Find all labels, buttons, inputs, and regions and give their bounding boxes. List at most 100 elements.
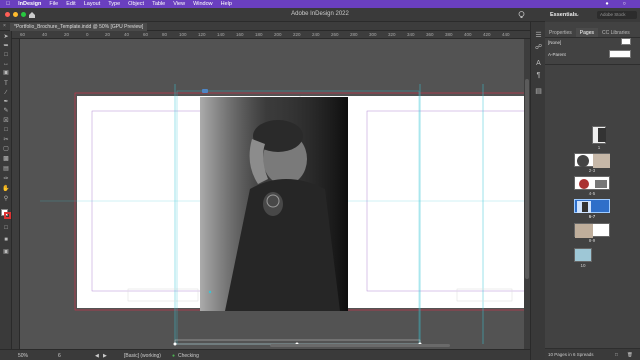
character-icon[interactable]: A [535, 60, 542, 67]
pencil-tool-icon[interactable]: ✎ [2, 108, 10, 114]
document-tab-bar: × *Portfolio_Brochure_Template.indd @ 50… [0, 22, 530, 31]
page-tool-icon[interactable]: □ [2, 52, 10, 58]
pages-count: 10 Pages in 6 Spreads [548, 352, 594, 357]
scissors-tool-icon[interactable]: ✂ [2, 137, 10, 143]
zoom-tool-icon[interactable]: ⚲ [2, 196, 10, 202]
content-collector-icon[interactable]: ▣ [2, 70, 10, 76]
screen-mode-icon[interactable]: ▣ [2, 249, 10, 255]
apple-icon[interactable]:  [6, 1, 10, 7]
preflight-status[interactable]: Checking [178, 353, 199, 359]
pen-tool-icon[interactable]: ✒ [2, 99, 10, 105]
layers-icon[interactable]: ☰ [535, 32, 542, 39]
ruler-label: 120 [198, 32, 206, 37]
hand-tool-icon[interactable]: ✋ [2, 186, 10, 192]
mac-menubar:  InDesign File Edit Layout Type Object … [0, 0, 640, 8]
horizontal-scrollbar[interactable] [270, 344, 450, 347]
type-tool-icon[interactable]: T [2, 81, 10, 87]
menu-help[interactable]: Help [221, 1, 232, 7]
gradient-tool-icon[interactable]: ▩ [2, 156, 10, 162]
pages-panel-footer: 10 Pages in 6 Spreads □ 🗑 [545, 348, 640, 360]
app-menu[interactable]: InDesign [18, 1, 41, 7]
style-dropdown[interactable]: [Basic] (working) [124, 353, 161, 359]
eyedropper-tool-icon[interactable]: ✑ [2, 176, 10, 182]
menu-window[interactable]: Window [193, 1, 213, 7]
menu-table[interactable]: Table [152, 1, 165, 7]
trash-icon[interactable]: 🗑 [627, 352, 633, 358]
spread-artwork [40, 84, 525, 346]
zoom-level[interactable]: 50% [18, 353, 28, 359]
paragraph-icon[interactable]: ¶ [535, 72, 542, 79]
ruler-label: 240 [312, 32, 320, 37]
page-thumbnail[interactable] [592, 126, 606, 144]
tab-pages[interactable]: Pages [575, 28, 598, 37]
free-transform-tool-icon[interactable]: ▢ [2, 146, 10, 152]
ruler-label: 380 [445, 32, 453, 37]
line-tool-icon[interactable]: ∕ [2, 90, 10, 96]
ruler-label: 280 [350, 32, 358, 37]
ruler-label: 420 [483, 32, 491, 37]
menu-object[interactable]: Object [128, 1, 144, 7]
menu-edit[interactable]: Edit [66, 1, 75, 7]
page-label: 6-7 [588, 214, 596, 219]
spread-thumbnail-selected[interactable] [574, 199, 610, 213]
stock-search-input[interactable]: Adobe Stock [597, 11, 637, 19]
rectangle-frame-tool-icon[interactable]: ☒ [2, 118, 10, 124]
master-none[interactable]: [None] [548, 40, 561, 45]
master-a-parent[interactable]: A-Parent [548, 52, 566, 57]
tab-properties[interactable]: Properties [545, 28, 576, 37]
master-thumbnail [609, 50, 631, 58]
page-label: 1 [597, 145, 601, 150]
tab-cc-libraries[interactable]: CC Libraries [598, 28, 634, 37]
ruler-label: 160 [236, 32, 244, 37]
direct-selection-tool-icon[interactable]: ➥ [2, 43, 10, 49]
prev-page-icon[interactable]: ◀ [95, 353, 99, 359]
ruler-label: 360 [426, 32, 434, 37]
fill-stroke-swatch[interactable] [1, 209, 11, 219]
menu-layout[interactable]: Layout [84, 1, 101, 7]
gap-tool-icon[interactable]: ↔ [2, 61, 10, 67]
menu-file[interactable]: File [49, 1, 58, 7]
workspace-switcher[interactable]: Essentials [550, 12, 577, 18]
ruler-label: 400 [464, 32, 472, 37]
formatting-affects-container-icon[interactable]: □ [2, 225, 10, 231]
lightbulb-icon[interactable] [517, 10, 526, 19]
spread-handle [202, 89, 208, 93]
new-page-icon[interactable]: □ [615, 352, 618, 357]
ruler-label: 340 [407, 32, 415, 37]
selection-tool-icon[interactable]: ➤ [2, 34, 10, 40]
ruler-label: 140 [217, 32, 225, 37]
status-bar: 50% 6 ◀ ▶ [Basic] (working) ● Checking [0, 349, 530, 360]
spread-thumbnail[interactable] [574, 223, 610, 238]
control-center-icon[interactable]: ○ [623, 1, 626, 7]
ruler-label: 300 [369, 32, 377, 37]
page-number-field[interactable]: 6 [58, 353, 61, 359]
page-thumbnail[interactable] [574, 248, 592, 262]
vertical-ruler[interactable] [12, 39, 20, 349]
ruler-label: 60 [143, 32, 149, 37]
menu-type[interactable]: Type [108, 1, 120, 7]
ruler-label: 220 [293, 32, 301, 37]
horizontal-ruler[interactable]: 60 40 20 0 20 40 60 80 100 120 140 160 1… [12, 31, 530, 39]
wifi-icon[interactable]: ● [605, 1, 608, 7]
application-bar: Adobe InDesign 2022 [0, 8, 640, 22]
chevron-down-icon[interactable]: ⌄ [575, 11, 580, 18]
window-title: Adobe InDesign 2022 [291, 11, 349, 17]
master-thumbnail [621, 38, 631, 45]
pasteboard[interactable] [20, 39, 525, 349]
apply-color-icon[interactable]: ■ [2, 237, 10, 243]
note-tool-icon[interactable]: ▤ [2, 166, 10, 172]
close-tab-icon[interactable]: × [3, 23, 6, 29]
menu-view[interactable]: View [173, 1, 185, 7]
ruler-label: 0 [86, 32, 89, 37]
spread-thumbnail[interactable] [574, 176, 610, 190]
ruler-label: 20 [64, 32, 70, 37]
ruler-label: 100 [179, 32, 187, 37]
links-icon[interactable]: ☍ [535, 44, 542, 51]
next-page-icon[interactable]: ▶ [103, 353, 107, 359]
ruler-label: 40 [124, 32, 130, 37]
document-tab[interactable]: *Portfolio_Brochure_Template.indd @ 50% … [10, 23, 148, 31]
rectangle-tool-icon[interactable]: □ [2, 127, 10, 133]
spread-thumbnail[interactable] [574, 153, 610, 168]
text-wrap-icon[interactable]: ▤ [535, 88, 542, 95]
panel-tabs: Properties Pages CC Libraries [545, 28, 640, 38]
